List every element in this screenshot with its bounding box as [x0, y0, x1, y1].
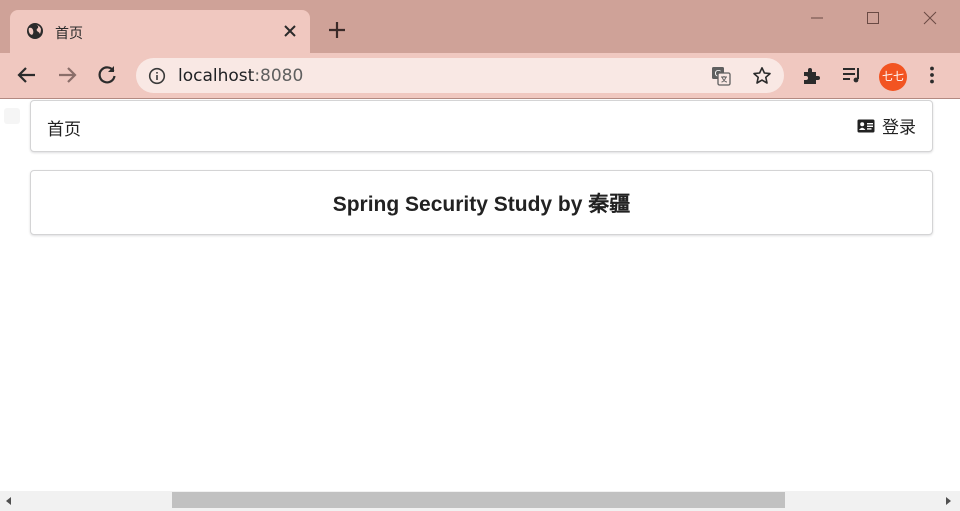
window-close-icon[interactable]	[918, 8, 942, 28]
top-menu: 首页 登录	[30, 100, 933, 152]
forward-arrow-icon[interactable]	[55, 63, 79, 87]
horizontal-scrollbar[interactable]	[0, 491, 960, 511]
reload-icon[interactable]	[95, 63, 119, 87]
page-heading: Spring Security Study by 秦疆	[332, 192, 631, 216]
url-text[interactable]: localhost:8080	[178, 66, 303, 86]
header-segment: Spring Security Study by 秦疆	[30, 170, 933, 235]
maximize-icon[interactable]	[862, 8, 884, 28]
back-arrow-icon[interactable]	[15, 63, 39, 87]
nav-home-link[interactable]: 首页	[47, 115, 81, 140]
globe-icon	[27, 23, 43, 39]
tab-title: 首页	[55, 26, 83, 42]
translate-icon[interactable]: G	[711, 66, 731, 86]
tab-strip: 首页	[0, 0, 960, 53]
minimize-icon[interactable]	[806, 8, 828, 28]
extensions-icon[interactable]	[800, 63, 824, 87]
page-content: 首页 登录 Spring Security Study by 秦疆	[0, 100, 960, 491]
page-corner-box	[4, 108, 20, 124]
scroll-left-arrow-icon[interactable]	[4, 496, 12, 506]
scroll-right-arrow-icon[interactable]	[945, 496, 953, 506]
media-queue-icon[interactable]	[840, 63, 864, 87]
login-label: 登录	[882, 118, 916, 138]
info-icon[interactable]	[148, 67, 166, 85]
url-host: localhost	[178, 66, 255, 86]
scrollbar-thumb[interactable]	[172, 492, 785, 508]
kebab-menu-icon[interactable]	[920, 63, 944, 87]
id-card-icon	[857, 119, 875, 132]
bookmark-star-icon[interactable]	[752, 66, 772, 86]
close-icon[interactable]	[280, 21, 300, 41]
new-tab-plus-icon[interactable]	[327, 20, 347, 40]
tab-home[interactable]: 首页	[10, 10, 310, 53]
login-link[interactable]: 登录	[857, 113, 916, 138]
browser-toolbar: localhost:8080 G 七七	[0, 53, 960, 99]
profile-avatar[interactable]: 七七	[879, 63, 907, 91]
browser-window: 首页 localhost:8080 七七 首页 登录 Spring Securi…	[0, 0, 960, 511]
address-bar[interactable]: localhost:8080 G	[136, 58, 784, 93]
url-port: :8080	[254, 66, 304, 86]
